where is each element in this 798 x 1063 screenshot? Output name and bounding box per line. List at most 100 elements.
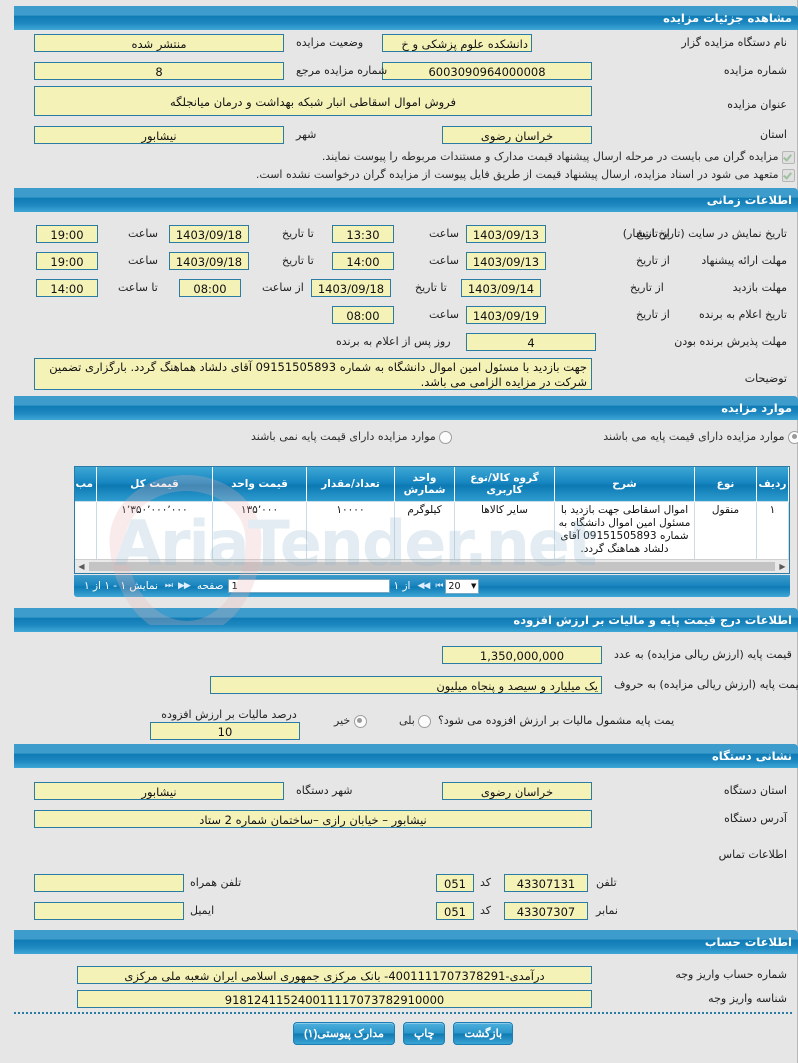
field-base-price-numeric[interactable]: 1,350,000,000 <box>442 646 602 664</box>
back-button[interactable]: بازگشت <box>453 1022 514 1045</box>
field-publish-time2[interactable]: 19:00 <box>36 225 98 243</box>
radio-without-base-price[interactable] <box>439 430 453 444</box>
field-fax[interactable]: 43307307 <box>504 902 588 920</box>
label-visit-from: از تاریخ <box>630 281 664 294</box>
field-org-city[interactable]: نیشابور <box>34 782 284 800</box>
field-publish-from-date[interactable]: 1403/09/13 <box>466 225 546 243</box>
field-offer-time2[interactable]: 19:00 <box>36 252 98 270</box>
field-title[interactable]: فروش اموال اسقاطی انبار شبکه بهداشت و در… <box>34 86 592 116</box>
pager-next-icon[interactable]: ▶▶ <box>175 581 193 591</box>
field-phone[interactable]: 43307131 <box>504 874 588 892</box>
field-org-value[interactable]: دانشکده علوم پزشکی و خ <box>382 34 532 52</box>
col-qty[interactable]: تعداد/مقدار <box>306 467 395 502</box>
field-visit-time2[interactable]: 14:00 <box>36 279 98 297</box>
divider-dotted <box>14 1012 792 1014</box>
pager-page-size-select[interactable]: 20 ▼ <box>445 578 480 594</box>
col-sharh[interactable]: شرح <box>554 467 695 502</box>
label-vat-question: یمت پایه مشمول مالیات بر ارزش افزوده می … <box>438 714 675 727</box>
label-org-city: شهر دستگاه <box>296 784 353 797</box>
pager-last-icon[interactable]: ⏭ <box>162 581 175 591</box>
attachments-button[interactable]: مدارک پیوستی(۱) <box>292 1022 395 1045</box>
col-unit[interactable]: واحد شمارش <box>394 467 455 502</box>
field-visit-to-date[interactable]: 1403/09/18 <box>311 279 391 297</box>
field-winner-time[interactable]: 08:00 <box>332 306 394 324</box>
field-accept-days[interactable]: 4 <box>466 333 596 351</box>
field-publish-to-date[interactable]: 1403/09/18 <box>169 225 249 243</box>
label-ref-no: شماره مزایده مرجع <box>296 64 388 77</box>
label-accept-deadline: مهلت پذیرش برنده بودن <box>674 335 787 348</box>
field-fax-code[interactable]: 051 <box>436 902 474 920</box>
field-winner-from-date[interactable]: 1403/09/19 <box>466 306 546 324</box>
checkbox-note-1[interactable] <box>782 150 795 164</box>
field-account-no[interactable]: درآمدی-4001111707378291- بانک مرکزی جمهو… <box>77 966 592 984</box>
field-publish-time1[interactable]: 13:30 <box>332 225 394 243</box>
section-header-timing-label: اطلاعات زمانی <box>706 193 792 207</box>
content-frame: مشاهده جزئیات مزایده نام دستگاه مزایده گ… <box>14 0 798 1063</box>
field-shenase[interactable]: 918124115240011117073782910000 <box>77 990 592 1008</box>
field-mobile[interactable] <box>34 874 184 892</box>
label-org-address: آدرس دستگاه <box>724 812 787 825</box>
action-button-bar: مدارک پیوستی(۱) چاپ بازگشت <box>14 1022 792 1045</box>
radio-vat-no[interactable] <box>353 714 367 728</box>
col-total-price[interactable]: قیمت کل <box>96 467 213 502</box>
pager-page-size-value: 20 <box>448 580 461 592</box>
section-header-account: اطلاعات حساب <box>14 930 798 954</box>
field-phone-code[interactable]: 051 <box>436 874 474 892</box>
label-base-price-words: قیمت پایه (ارزش ریالی مزایده) به حروف <box>614 678 798 691</box>
note-2-text: متعهد می شود در اسناد مزایده، ارسال پیشن… <box>255 168 779 181</box>
label-org-province: استان دستگاه <box>723 784 787 797</box>
field-status-value[interactable]: منتشر شده <box>34 34 284 52</box>
field-offer-to-date[interactable]: 1403/09/18 <box>169 252 249 270</box>
col-guarantee[interactable]: مب <box>75 467 97 502</box>
scroll-right-arrow-icon[interactable]: ▶ <box>776 560 789 573</box>
field-city[interactable]: نیشابور <box>34 126 284 144</box>
scrollbar-thumb[interactable] <box>89 562 775 571</box>
section-header-address-label: نشانی دستگاه <box>712 749 792 763</box>
checkbox-note-2[interactable] <box>782 168 795 182</box>
field-visit-from-date[interactable]: 1403/09/14 <box>461 279 541 297</box>
col-group[interactable]: گروه کالا/نوع کاربری <box>454 467 555 502</box>
radio-without-base-price-label: موارد مزایده دارای قیمت پایه نمی باشند <box>251 430 436 443</box>
field-ref-no[interactable]: 8 <box>34 62 284 80</box>
section-header-base-price: اطلاعات درج قیمت پایه و مالیات بر ارزش ا… <box>14 608 798 632</box>
col-noe[interactable]: نوع <box>694 467 757 502</box>
radio-vat-yes[interactable] <box>418 714 432 728</box>
label-description: توضیحات <box>744 372 787 385</box>
label-accept-suffix: روز پس از اعلام به برنده <box>336 335 451 348</box>
pager-prev-icon[interactable]: ◀◀ <box>414 581 432 591</box>
label-publish-time1: ساعت <box>429 227 459 240</box>
field-description[interactable]: جهت بازدید با مسئول امین اموال دانشگاه ب… <box>34 358 592 390</box>
print-button[interactable]: چاپ <box>402 1022 446 1045</box>
label-phone-code: کد <box>480 876 492 889</box>
label-fax-code: کد <box>480 904 492 917</box>
field-org-address[interactable]: نیشابور – خیابان رازی –ساختمان شماره 2 س… <box>34 810 592 828</box>
field-province[interactable]: خراسان رضوی <box>442 126 592 144</box>
field-offer-time1[interactable]: 14:00 <box>332 252 394 270</box>
col-unit-price[interactable]: قیمت واحد <box>212 467 307 502</box>
field-auction-no[interactable]: 6003090964000008 <box>382 62 592 80</box>
table-horizontal-scrollbar[interactable]: ▶ ◀ <box>75 559 789 573</box>
field-visit-time1[interactable]: 08:00 <box>179 279 241 297</box>
field-email[interactable] <box>34 902 184 920</box>
label-org: نام دستگاه مزایده گزار <box>681 36 787 49</box>
label-offer-to: تا تاریخ <box>282 254 314 267</box>
radio-with-base-price[interactable] <box>788 430 798 444</box>
field-vat-percent[interactable]: 10 <box>150 722 300 740</box>
section-header-timing: اطلاعات زمانی <box>14 188 798 212</box>
section-header-base-price-label: اطلاعات درج قیمت پایه و مالیات بر ارزش ا… <box>513 613 792 627</box>
scroll-left-arrow-icon[interactable]: ◀ <box>75 560 88 573</box>
field-base-price-words[interactable]: یک میلیارد و سیصد و پنجاه میلیون <box>210 676 602 694</box>
items-grid-header-row: ردیف نوع شرح گروه کالا/نوع کاربری واحد ش… <box>75 467 789 502</box>
pager-page-input[interactable]: 1 <box>227 579 390 593</box>
field-offer-from-date[interactable]: 1403/09/13 <box>466 252 546 270</box>
label-visit-to: تا تاریخ <box>415 281 447 294</box>
label-winner-from: از تاریخ <box>636 308 670 321</box>
radio-vat-no-label: خیر <box>334 714 351 727</box>
field-org-province[interactable]: خراسان رضوی <box>442 782 592 800</box>
label-phone: تلفن <box>596 876 617 889</box>
pager-of-label: از ۱ <box>393 580 411 592</box>
label-title: عنوان مزایده <box>727 98 787 111</box>
pager-first-icon[interactable]: ⏮ <box>432 581 445 591</box>
label-mobile: تلفن همراه <box>190 876 242 889</box>
col-radif[interactable]: ردیف <box>756 467 789 502</box>
